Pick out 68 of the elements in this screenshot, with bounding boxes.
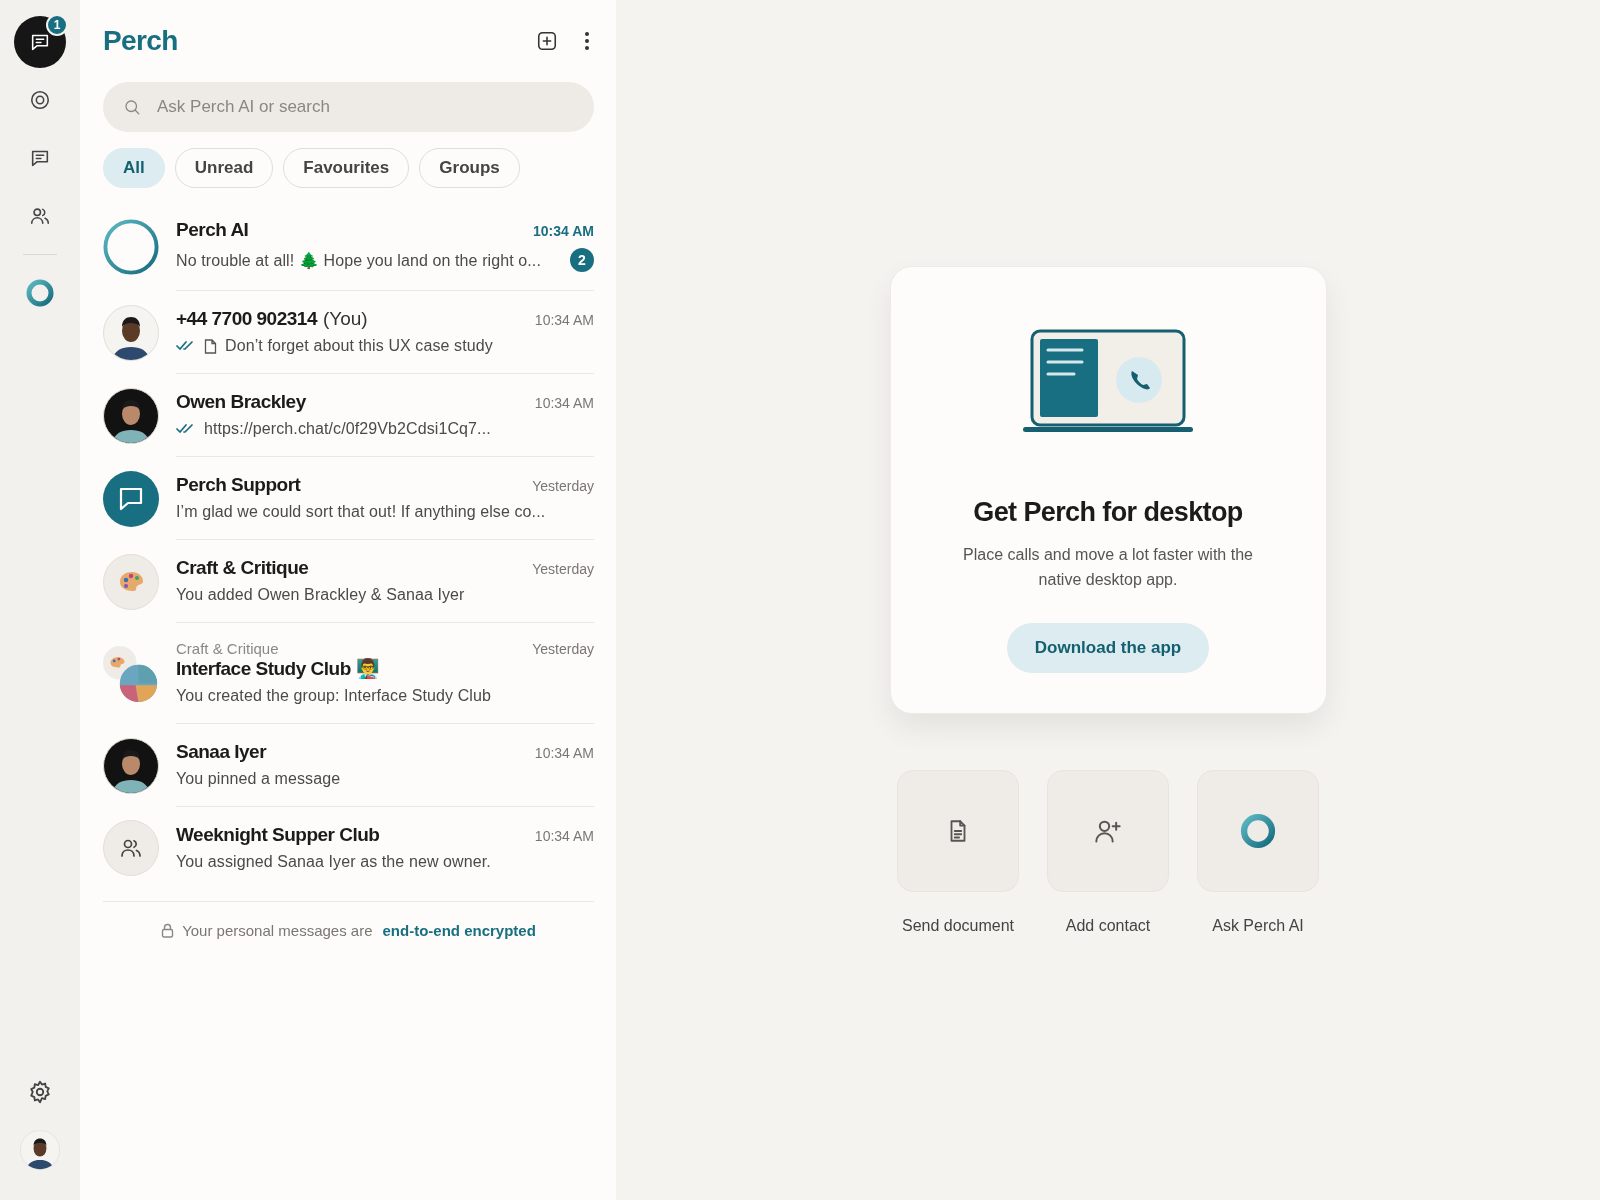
chat-row[interactable]: Craft & Critique Yesterday Interface Study Club 👨‍🏫 You created the group: Interface Study Club [103,623,594,724]
message-preview: You added Owen Brackley & Sanaa Iyer [176,586,466,604]
more-icon [584,31,590,51]
unread-badge: 1 [46,14,68,36]
chat-name: Sanaa Iyer [176,741,267,763]
group-avatar-icon [103,820,159,876]
download-button[interactable]: Download the app [1006,622,1210,673]
settings-icon [27,1079,53,1105]
chat-time: 10:34 AM [533,223,594,239]
shortcut-label: Ask Perch AI [1212,916,1304,935]
chat-time: Yesterday [532,478,594,494]
chat-time: 10:34 AM [534,395,594,411]
chat-time: 10:34 AM [534,312,594,328]
message-preview: You pinned a message [176,770,342,788]
filter-chip[interactable]: All [103,148,165,188]
chat-row[interactable]: +44 7700 902314 (You) 10:34 AM Don’t forget about this UX case study [103,291,594,374]
shortcut-label: Add contact [1065,916,1151,935]
chat-name: Perch AI [176,219,249,241]
chat-row[interactable]: Weeknight Supper Club 10:34 AM You assigned Sanaa Iyer as the new owner. [103,807,594,889]
chat-time: 10:34 AM [534,745,594,761]
chat-time: 10:34 AM [534,828,594,844]
avatar-icon [20,1130,60,1170]
palette-avatar-icon [103,553,159,610]
encryption-link[interactable]: end-to-end encrypted [382,922,536,939]
plus-square-icon [536,30,558,52]
lock-icon [161,923,175,938]
avatar [103,737,159,794]
shortcut-tile[interactable] [1047,769,1169,892]
chat-name: Perch Support [176,474,301,496]
chat-row[interactable]: Perch AI 10:34 AM No trouble at all! 🌲 Hope you land on the right o... 2 [103,202,594,291]
ring-icon [25,278,55,308]
message-preview: You created the group: Interface Study Club [176,687,493,705]
chats-tab[interactable]: 1 [14,16,66,68]
avatar [103,304,159,361]
chat-row[interactable]: Owen Brackley 10:34 AM https://perch.chat/c/0f29Vb2Cdsi1Cq7... [103,374,594,457]
message-preview: I’m glad we could sort that out! If anything else co... [176,503,547,521]
avatar [103,387,159,444]
chat-row[interactable]: Sanaa Iyer 10:34 AM You pinned a message [103,724,594,807]
chat-row[interactable]: Perch Support Yesterday I’m glad we could sort that out! If anything else co... [103,457,594,540]
promo-description: Place calls and move a lot faster with the native desktop app. [962,544,1254,590]
support-avatar-icon [103,470,159,527]
chat-name: Craft & Critique [176,557,309,579]
chat-name: Interface Study Club 👨‍🏫 [176,657,380,680]
shortcut-label: Send document [901,916,1015,935]
group-avatar-icon [103,643,159,704]
chat-row[interactable]: Craft & Critique Yesterday You added Owen Brackley & Sanaa Iyer [103,540,594,623]
shortcut-tile[interactable] [897,769,1019,892]
community-name: Craft & Critique [176,640,280,657]
chat-name: +44 7700 902314 [176,308,317,330]
ai-avatar-icon [103,217,159,276]
message-preview: Don’t forget about this UX case study [225,337,494,355]
promo-title: Get Perch for desktop [973,496,1243,528]
ring-icon [1239,811,1277,850]
search-field[interactable]: Ask Perch AI or search [103,82,594,132]
app-title: Perch [103,25,179,57]
people-icon [29,205,51,227]
unread-count: 2 [570,248,594,272]
status-icon [29,89,51,111]
chat-time: Yesterday [532,641,594,657]
shortcut-tile[interactable] [1197,769,1319,892]
message-preview: https://perch.chat/c/0f29Vb2Cdsi1Cq7... [204,420,492,438]
chat-name: Weeknight Supper Club [176,824,380,846]
message-preview: No trouble at all! 🌲 Hope you land on the right o... [176,250,542,270]
message-preview: You assigned Sanaa Iyer as the new owner. [176,853,492,871]
encryption-note: Your personal messages are [182,922,373,939]
chat-name: Owen Brackley [176,391,306,413]
name-note: (You) [322,308,368,330]
chat-time: Yesterday [532,561,594,577]
